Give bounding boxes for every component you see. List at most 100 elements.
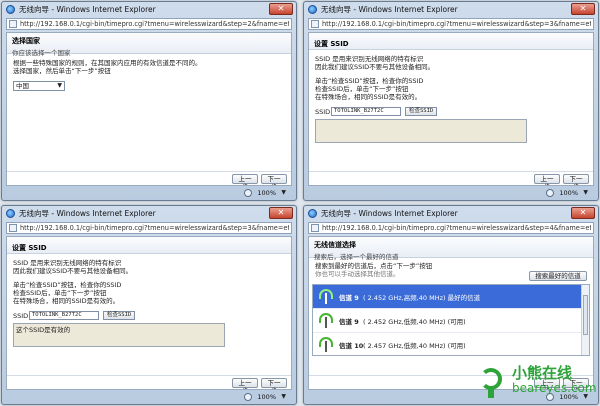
ssid-description: SSID 是用来识别无线网络的特有标识 因此我们建议SSID不要与其他设备相同。	[13, 259, 285, 275]
channel-row[interactable]: 信道 9 ( 2.452 GHz,低频,40 MHz) (可用)	[313, 309, 589, 333]
wizard-header: 设置 SSID	[7, 237, 291, 254]
chevron-down-icon: ▼	[57, 82, 62, 89]
page-title: 选择国家	[12, 37, 40, 45]
channel-name: 信道 10	[339, 342, 364, 350]
page-content: 设置 SSID SSID 是用来识别无线网络的特有标识 因此我们建议SSID不要…	[308, 32, 594, 186]
watermark-title: 小熊在线	[512, 364, 573, 382]
ssid-instr-line3: 在特殊场合，相同的SSID是有效的。	[13, 297, 120, 305]
next-button[interactable]: 下一步	[261, 378, 287, 389]
page-title: 无线信道选择	[314, 241, 356, 249]
wizard-body: SSID 是用来识别无线网络的特有标识 因此我们建议SSID不要与其他设备相同。…	[309, 50, 593, 148]
ie-window-ssid-valid: 无线向导 - Windows Internet Explorer ✕ http:…	[1, 205, 297, 405]
channel-intro: 搜索到最好的信道后，点击“下一步”按钮	[315, 262, 433, 270]
zoom-icon[interactable]	[244, 189, 252, 197]
ssid-instr-line2: 检查SSID后，单击“下一步”按钮	[13, 289, 107, 297]
address-bar[interactable]: http://192.168.0.1/cgi-bin/timepro.cgi?t…	[308, 222, 594, 234]
instruction-text: 选择国家，然后单击“下一步”按钮	[13, 67, 111, 75]
status-bar: 100% ▼	[2, 186, 296, 200]
page-icon	[311, 224, 319, 232]
back-button[interactable]: 上一步	[534, 174, 560, 185]
chevron-down-icon[interactable]: ▼	[281, 189, 286, 196]
ssid-label: SSID	[13, 311, 29, 320]
channel-name: 信道 9	[339, 318, 359, 326]
window-title: 无线向导 - Windows Internet Explorer	[19, 209, 156, 218]
check-ssid-button[interactable]: 检查SSID	[103, 311, 136, 320]
zoom-level[interactable]: 100%	[559, 189, 578, 197]
ssid-instr-line1: 单击“检查SSID”按钮，检查你的SSID	[315, 77, 424, 85]
scrollbar-thumb[interactable]	[583, 295, 588, 335]
wifi-signal-icon	[319, 313, 333, 328]
scrollbar[interactable]	[581, 285, 589, 355]
close-button[interactable]: ✕	[269, 207, 293, 219]
ssid-message-box: 这个SSID是有效的	[13, 323, 225, 347]
page-title: 设置 SSID	[12, 244, 47, 252]
page-content: 选择国家 你应该选择一个国家 根据一些特殊国家的规则，在其国家内应用的有效信道是…	[6, 32, 292, 186]
ie-window-ssid: 无线向导 - Windows Internet Explorer ✕ http:…	[303, 1, 599, 201]
scan-channel-button[interactable]: 搜索最好的信道	[529, 271, 587, 281]
next-button[interactable]: 下一步	[261, 174, 287, 185]
country-value: 中国	[16, 82, 29, 90]
next-button[interactable]: 下一步	[563, 174, 589, 185]
ssid-instr-line3: 在特殊场合，相同的SSID是有效的。	[315, 93, 422, 101]
page-icon	[311, 20, 319, 28]
ssid-description: SSID 是用来识别无线网络的特有标识 因此我们建议SSID不要与其他设备相同。	[315, 55, 587, 71]
status-bar: 100% ▼	[304, 186, 598, 200]
address-text: http://192.168.0.1/cgi-bin/timepro.cgi?t…	[20, 224, 289, 232]
wizard-body: SSID 是用来识别无线网络的特有标识 因此我们建议SSID不要与其他设备相同。…	[7, 254, 291, 352]
address-bar[interactable]: http://192.168.0.1/cgi-bin/timepro.cgi?t…	[6, 18, 292, 30]
back-button[interactable]: 上一步	[232, 378, 258, 389]
close-button[interactable]: ✕	[571, 3, 595, 15]
channel-row[interactable]: 信道 10 ( 2.457 GHz,低频,40 MHz) (可用)	[313, 333, 589, 355]
ie-icon	[6, 5, 15, 14]
ie-window-country: 无线向导 - Windows Internet Explorer ✕ http:…	[1, 1, 297, 201]
title-bar: 无线向导 - Windows Internet Explorer ✕	[304, 2, 598, 17]
ssid-instructions: 单击“检查SSID”按钮，检查你的SSID 检查SSID后，单击“下一步”按钮 …	[13, 281, 285, 305]
address-bar[interactable]: http://192.168.0.1/cgi-bin/timepro.cgi?t…	[6, 222, 292, 234]
country-select[interactable]: 中国 ▼	[13, 81, 65, 91]
channel-row[interactable]: 信道 9 ( 2.452 GHz,高频,40 MHz) 最好的信道	[313, 285, 589, 309]
zoom-level[interactable]: 100%	[257, 189, 276, 197]
channel-info: ( 2.452 GHz,高频,40 MHz) 最好的信道	[363, 294, 481, 302]
address-text: http://192.168.0.1/cgi-bin/timepro.cgi?t…	[322, 224, 591, 232]
title-bar: 无线向导 - Windows Internet Explorer ✕	[2, 206, 296, 221]
ssid-row: SSID TOTOLINK_B27T2C 检查SSID	[315, 107, 587, 116]
ssid-instructions: 单击“检查SSID”按钮，检查你的SSID 检查SSID后，单击“下一步”按钮 …	[315, 77, 587, 101]
address-text: http://192.168.0.1/cgi-bin/timepro.cgi?t…	[322, 20, 591, 28]
channel-name: 信道 9	[339, 294, 359, 302]
close-button[interactable]: ✕	[571, 207, 595, 219]
ie-icon	[308, 209, 317, 218]
page-content: 设置 SSID SSID 是用来识别无线网络的特有标识 因此我们建议SSID不要…	[6, 236, 292, 390]
wizard-header: 选择国家 你应该选择一个国家	[7, 33, 291, 57]
check-ssid-button[interactable]: 检查SSID	[405, 107, 438, 116]
close-button[interactable]: ✕	[269, 3, 293, 15]
wizard-header: 无线信道选择 搜索后，选择一个最好的信道	[309, 237, 593, 261]
status-bar: 100% ▼	[2, 390, 296, 404]
zoom-icon[interactable]	[244, 393, 252, 401]
chevron-down-icon[interactable]: ▼	[583, 189, 588, 196]
ssid-desc-line1: SSID 是用来识别无线网络的特有标识	[315, 55, 424, 63]
title-bar: 无线向导 - Windows Internet Explorer ✕	[2, 2, 296, 17]
wifi-signal-icon	[319, 289, 333, 304]
ssid-label: SSID	[315, 107, 331, 116]
window-title: 无线向导 - Windows Internet Explorer	[321, 5, 458, 14]
watermark-logo: 小熊在线 beareyes.com	[474, 362, 597, 402]
ssid-input[interactable]: TOTOLINK_B27T2C	[331, 107, 401, 116]
wizard-footer: 上一步 下一步	[7, 375, 291, 389]
ssid-row: SSID TOTOLINK_B27T2C 检查SSID	[13, 311, 285, 320]
page-icon	[9, 224, 17, 232]
ssid-input[interactable]: TOTOLINK_B27T2C	[29, 311, 99, 320]
title-bar: 无线向导 - Windows Internet Explorer ✕	[304, 206, 598, 221]
channel-info: ( 2.457 GHz,低频,40 MHz) (可用)	[363, 342, 466, 350]
wizard-footer: 上一步 下一步	[7, 171, 291, 185]
address-bar[interactable]: http://192.168.0.1/cgi-bin/timepro.cgi?t…	[308, 18, 594, 30]
ssid-desc-line2: 因此我们建议SSID不要与其他设备相同。	[315, 63, 435, 71]
zoom-level[interactable]: 100%	[257, 393, 276, 401]
ssid-instr-line2: 检查SSID后，单击“下一步”按钮	[315, 85, 409, 93]
zoom-icon[interactable]	[546, 189, 554, 197]
ssid-message-box	[315, 119, 527, 143]
back-button[interactable]: 上一步	[232, 174, 258, 185]
wizard-body: 根据一些特殊国家的规则，在其国家内应用的有效信道是不同的。 选择国家，然后单击“…	[7, 54, 291, 96]
wizard-footer: 上一步 下一步	[309, 171, 593, 185]
chevron-down-icon[interactable]: ▼	[281, 393, 286, 400]
watermark-site: beareyes.com	[512, 381, 597, 395]
